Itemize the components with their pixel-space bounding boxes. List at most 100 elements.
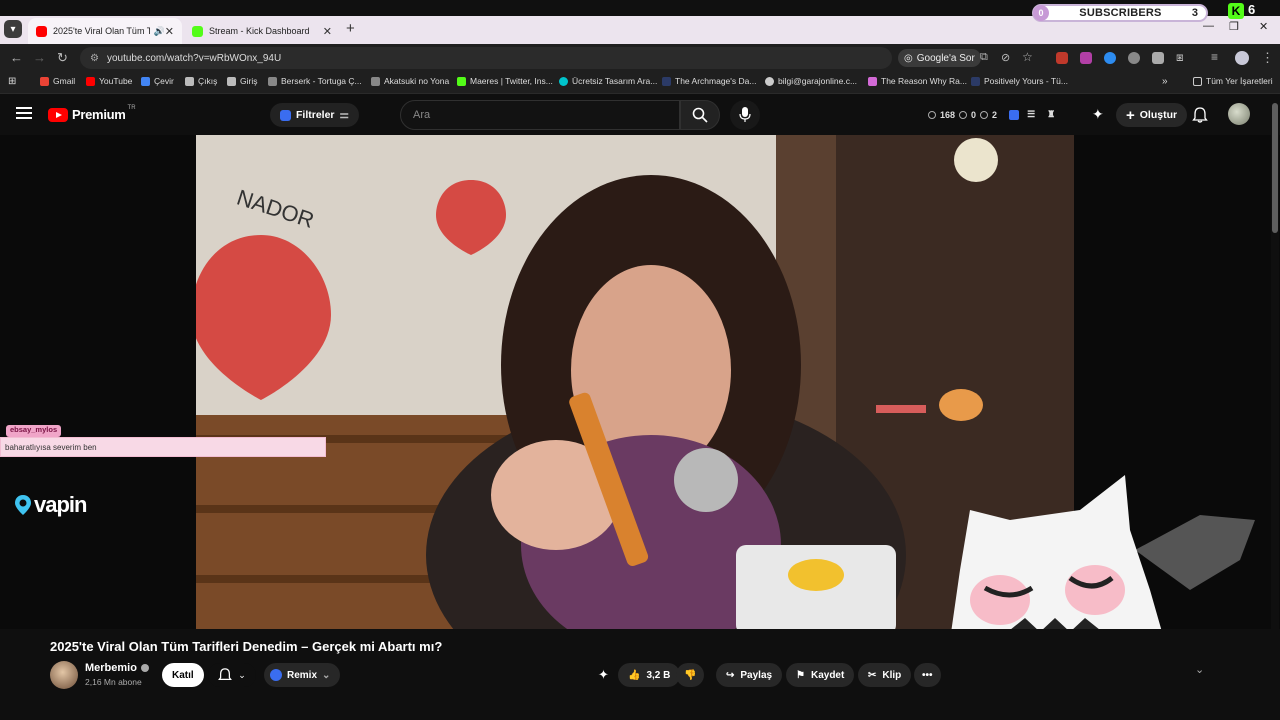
sparkle-icon[interactable]: ✦: [1092, 106, 1104, 123]
omnibox[interactable]: ⚙ youtube.com/watch?v=wRbWOnx_94U: [80, 47, 892, 69]
extensions-puzzle-icon[interactable]: ⧆: [1176, 50, 1184, 65]
bookmark-giris[interactable]: Giriş: [227, 76, 257, 86]
new-tab-button[interactable]: +: [346, 20, 355, 37]
browser-tab-bar: ▾ 2025'te Viral Olan Tüm Tarifi 🔊 ✕ Stre…: [0, 0, 1280, 44]
header-stats: 168 0 2 ☰ ♜: [928, 109, 1055, 120]
subscription-bell-button[interactable]: ⌄: [208, 663, 256, 687]
stat-value: 2: [992, 109, 998, 120]
canva-icon: [559, 76, 568, 86]
page-icon: [268, 76, 277, 86]
clip-button[interactable]: ✂ Klip: [858, 663, 912, 687]
channel-subscribers: 2,16 Mn abone: [85, 677, 142, 687]
install-app-icon[interactable]: ⧉: [980, 51, 988, 64]
bookmark-gmail[interactable]: Gmail: [40, 76, 75, 86]
more-actions-button[interactable]: •••: [914, 663, 941, 687]
video-info-section: 2025'te Viral Olan Tüm Tarifleri Denedim…: [0, 629, 1280, 720]
minimize-icon[interactable]: —: [1203, 20, 1214, 32]
share-button[interactable]: ↪ Paylaş: [716, 663, 783, 687]
hide-icon[interactable]: ⊘: [1001, 51, 1010, 64]
list-icon[interactable]: ☰: [1027, 109, 1035, 120]
back-icon[interactable]: ←: [10, 50, 23, 65]
microphone-icon: [739, 107, 751, 122]
google-sor-button[interactable]: ◎ Google'a Sor: [898, 49, 981, 67]
stat-value: 0: [971, 109, 977, 120]
extension-icon[interactable]: [1009, 109, 1020, 120]
bookmark-maeres[interactable]: Maeres | Twitter, Ins...: [457, 76, 553, 86]
extension-icon[interactable]: [1080, 52, 1092, 64]
youtube-favicon-icon: [36, 25, 47, 37]
close-window-icon[interactable]: ✕: [1259, 20, 1268, 33]
remix-button[interactable]: Remix ⌄: [264, 663, 341, 687]
bookmark-akatsuki[interactable]: Akatsuki no Yona: [371, 76, 449, 86]
dislike-button[interactable]: 👎: [676, 663, 705, 687]
plus-icon: +: [1126, 106, 1135, 124]
verified-icon: [140, 664, 149, 672]
menu-kebab-icon[interactable]: ⋮: [1261, 50, 1274, 66]
bookmark-canva[interactable]: Ücretsiz Tasarım Ara...: [559, 76, 657, 86]
account-avatar[interactable]: [1228, 103, 1250, 125]
tab-kick-dashboard[interactable]: Stream - Kick Dashboard ✕: [184, 18, 340, 44]
extension-icon[interactable]: [1056, 52, 1068, 64]
bookmark-archmage[interactable]: The Archmage's Da...: [662, 76, 756, 86]
more-bookmarks-icon[interactable]: »: [1162, 76, 1168, 87]
join-button[interactable]: Katıl: [162, 663, 204, 687]
logo-region: TR: [127, 104, 136, 111]
like-count: 3,2 B: [646, 669, 671, 681]
kick-count: 6: [1248, 2, 1256, 17]
page-icon: [185, 76, 194, 86]
restore-icon[interactable]: ❐: [1229, 20, 1239, 33]
all-bookmarks[interactable]: Tüm Yer İşaretleri: [1193, 76, 1273, 86]
save-button[interactable]: ⚑ Kaydet: [786, 663, 855, 687]
bookmark-cikis[interactable]: Çıkış: [185, 76, 217, 86]
gmail-icon: [40, 76, 49, 86]
bookmark-positively-yours[interactable]: Positively Yours - Tü...: [971, 76, 1068, 86]
profile-avatar[interactable]: [1235, 51, 1249, 65]
voice-search-button[interactable]: [730, 100, 760, 130]
sparkle-icon[interactable]: ✦: [598, 667, 609, 683]
page-icon: [662, 76, 671, 86]
remix-label: Remix: [287, 669, 318, 681]
bookmarks-bar: ⊞ Gmail YouTube Çevir Çıkış Giriş Berser…: [0, 72, 1280, 94]
apps-grid-icon[interactable]: ⊞: [8, 76, 16, 87]
channel-avatar[interactable]: [50, 661, 78, 689]
translate-icon: [141, 76, 150, 86]
close-tab-icon[interactable]: ✕: [323, 25, 332, 38]
bookmark-youtube[interactable]: YouTube: [86, 76, 132, 86]
youtube-premium-logo[interactable]: Premium TR: [48, 104, 136, 122]
bookmark-reason-why[interactable]: The Reason Why Ra...: [868, 76, 967, 86]
reload-icon[interactable]: ↻: [57, 50, 68, 66]
channel-name-row[interactable]: Merbemio: [85, 662, 149, 674]
search-button[interactable]: [680, 100, 720, 130]
extension-icon[interactable]: [1128, 52, 1140, 64]
site-info-icon[interactable]: ⚙: [90, 53, 99, 64]
scrollbar-thumb[interactable]: [1272, 103, 1278, 233]
chevron-down-icon[interactable]: ⌄: [1195, 663, 1204, 676]
menu-hamburger-icon[interactable]: [16, 107, 32, 119]
filters-button[interactable]: Filtreler ⚌: [270, 103, 359, 127]
search-icon: [692, 107, 708, 123]
tab-search-button[interactable]: ▾: [4, 20, 22, 38]
extension-icon[interactable]: [1104, 52, 1116, 64]
bookmark-star-icon[interactable]: ☆: [1022, 50, 1033, 64]
address-bar-row: ← → ↻ ⚙ youtube.com/watch?v=wRbWOnx_94U …: [0, 44, 1280, 72]
forward-icon[interactable]: →: [33, 50, 46, 65]
bookmark-bilgi[interactable]: bilgi@garajonline.c...: [765, 76, 857, 86]
trophy-icon[interactable]: ♜: [1047, 109, 1055, 120]
tab-youtube[interactable]: 2025'te Viral Olan Tüm Tarifi 🔊 ✕: [28, 18, 182, 44]
chevron-down-icon: ⌄: [238, 669, 246, 680]
close-tab-icon[interactable]: ✕: [165, 25, 174, 38]
create-button[interactable]: + Oluştur: [1116, 103, 1188, 127]
bookmark-berserk[interactable]: Berserk - Tortuga Ç...: [268, 76, 362, 86]
reading-list-icon[interactable]: ≡: [1211, 50, 1218, 64]
bookmark-cevir[interactable]: Çevir: [141, 76, 174, 86]
notifications-button[interactable]: [1192, 107, 1208, 128]
page-scrollbar[interactable]: [1271, 97, 1279, 720]
more-dots-icon: •••: [922, 669, 933, 681]
tab-label: Stream - Kick Dashboard: [209, 26, 310, 36]
search-input[interactable]: Ara: [400, 100, 680, 130]
url-text[interactable]: youtube.com/watch?v=wRbWOnx_94U: [107, 53, 281, 64]
extension-icon[interactable]: [1152, 52, 1164, 64]
audio-playing-icon[interactable]: 🔊: [154, 26, 165, 37]
stat-value: 168: [940, 109, 956, 120]
like-button[interactable]: 👍 3,2 B: [618, 663, 681, 687]
